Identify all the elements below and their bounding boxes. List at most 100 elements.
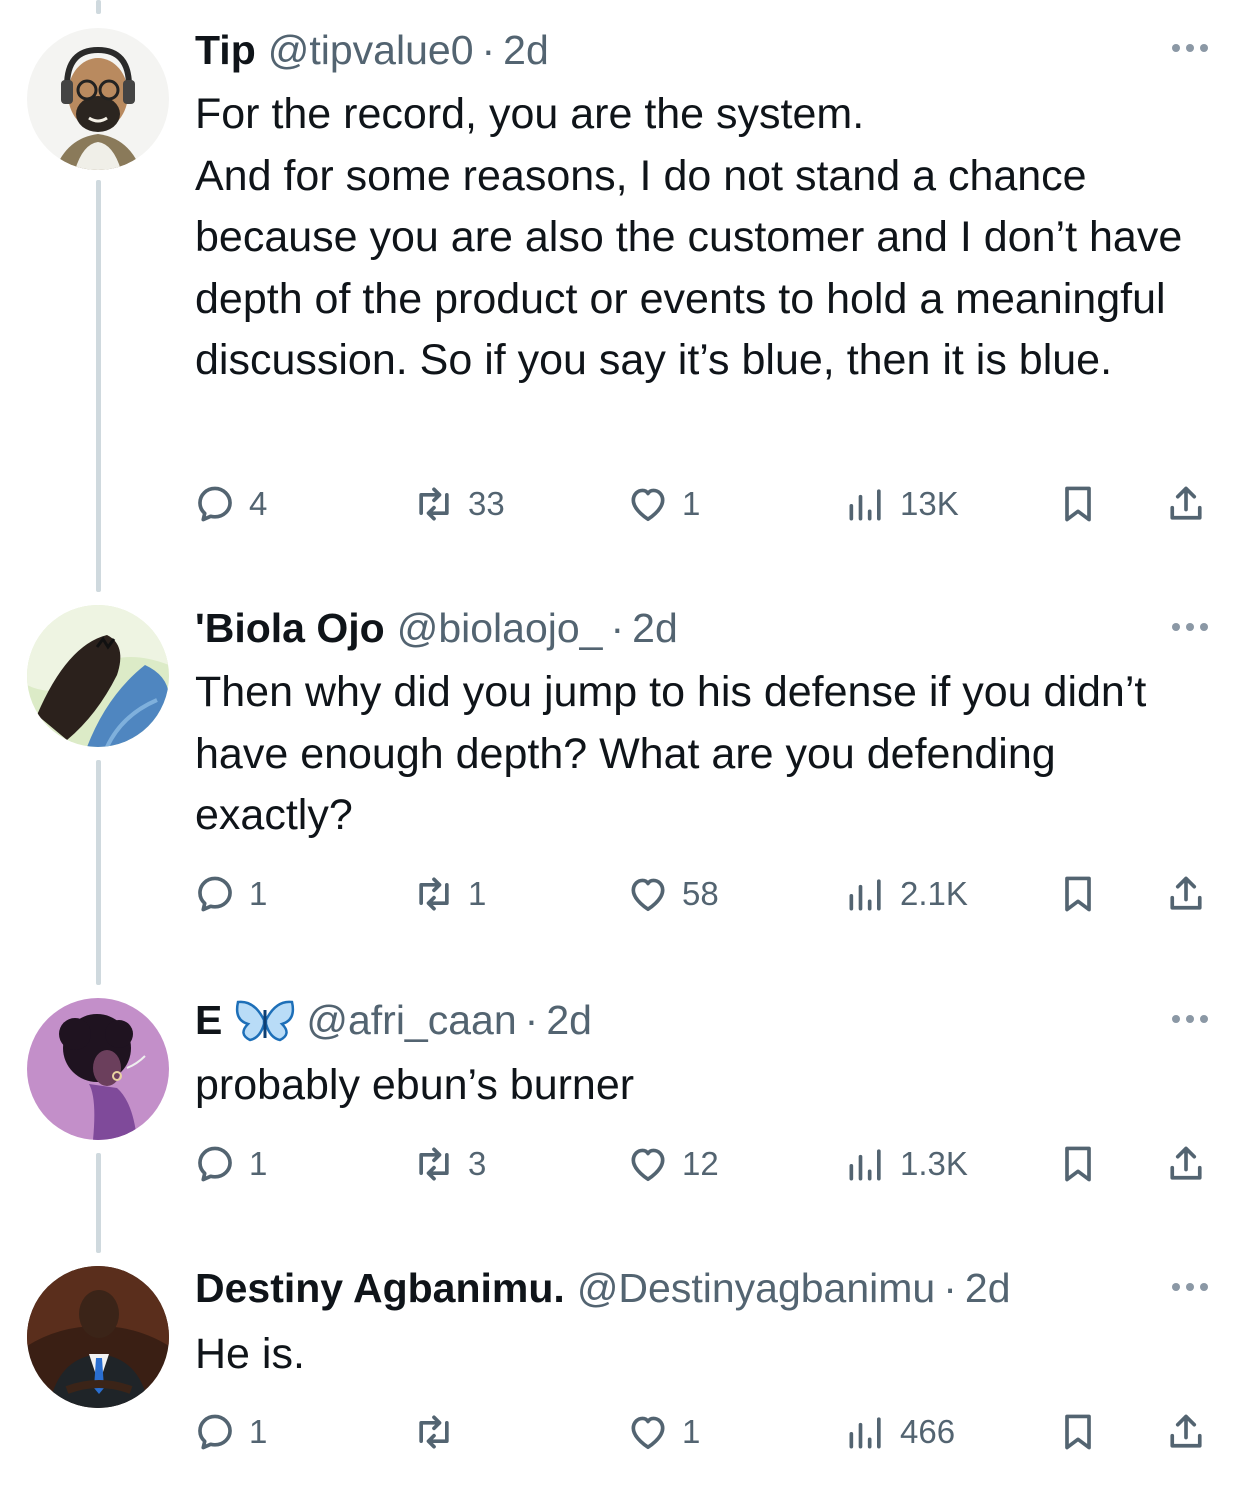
like-count: 12 — [682, 1145, 719, 1182]
bookmark-icon — [1065, 486, 1091, 522]
user-handle[interactable]: @Destinyagbanimu — [577, 1265, 935, 1312]
user-handle[interactable]: @tipvalue0 — [268, 27, 474, 74]
reply-button[interactable]: 1 — [193, 866, 267, 922]
views-count: 2.1K — [900, 875, 968, 912]
display-name[interactable]: 'Biola Ojo — [195, 605, 385, 652]
bookmark-icon — [1065, 1146, 1091, 1182]
reply-icon — [198, 486, 232, 522]
retweet-icon — [419, 1147, 449, 1181]
bookmark-button[interactable] — [1056, 1404, 1100, 1460]
views-button[interactable]: 1.3K — [844, 1136, 968, 1192]
reply-count: 1 — [249, 875, 268, 912]
share-button[interactable] — [1164, 476, 1208, 532]
share-button[interactable] — [1164, 1136, 1208, 1192]
heart-icon — [631, 488, 665, 522]
display-name[interactable]: Tip — [195, 27, 256, 74]
like-button[interactable]: 58 — [626, 866, 719, 922]
tweet[interactable]: Tip @tipvalue0 · 2d For the record, you … — [0, 0, 1234, 560]
action-bar: 1 3 12 1.3K — [0, 1136, 1234, 1192]
views-button[interactable]: 2.1K — [844, 866, 968, 922]
retweet-button[interactable] — [412, 1404, 468, 1460]
display-name[interactable]: E — [195, 997, 222, 1044]
timestamp[interactable]: 2d — [632, 605, 678, 652]
timestamp[interactable]: 2d — [546, 997, 592, 1044]
reply-icon — [198, 876, 232, 912]
reply-count: 1 — [249, 1145, 268, 1182]
like-button[interactable]: 1 — [626, 1404, 700, 1460]
tweet-text: For the record, you are the system. And … — [195, 84, 1210, 392]
views-count: 466 — [900, 1413, 956, 1450]
like-count: 1 — [682, 485, 701, 522]
retweet-button[interactable]: 33 — [412, 476, 505, 532]
retweet-count: 1 — [468, 875, 487, 912]
timestamp[interactable]: 2d — [965, 1265, 1011, 1312]
user-handle[interactable]: @afri_caan — [306, 997, 516, 1044]
reply-button[interactable]: 1 — [193, 1136, 267, 1192]
share-button[interactable] — [1164, 866, 1208, 922]
tweet-header: 'Biola Ojo @biolaojo_ · 2d — [195, 600, 678, 656]
like-button[interactable]: 1 — [626, 476, 700, 532]
retweet-count: 3 — [468, 1145, 487, 1182]
tweet-text-line: For the record, you are the system. — [195, 90, 865, 138]
retweet-button[interactable]: 1 — [412, 866, 486, 922]
views-icon — [849, 1417, 881, 1449]
share-button[interactable] — [1164, 1404, 1208, 1460]
separator-dot: · — [524, 996, 539, 1043]
tweet-header: Destiny Agbanimu. @Destinyagbanimu · 2d — [195, 1260, 1011, 1316]
views-count: 1.3K — [900, 1145, 968, 1182]
avatar[interactable] — [27, 605, 169, 747]
heart-icon — [631, 1416, 665, 1450]
retweet-icon — [419, 487, 449, 521]
like-count: 58 — [682, 875, 719, 912]
views-button[interactable]: 466 — [844, 1404, 955, 1460]
views-button[interactable]: 13K — [844, 476, 959, 532]
bookmark-button[interactable] — [1056, 476, 1100, 532]
share-icon — [1170, 876, 1202, 910]
separator-dot: · — [610, 604, 625, 651]
reply-icon — [198, 1414, 232, 1450]
share-icon — [1170, 486, 1202, 520]
more-icon[interactable] — [1168, 619, 1212, 635]
like-button[interactable]: 12 — [626, 1136, 719, 1192]
timestamp[interactable]: 2d — [503, 27, 549, 74]
action-bar: 4 33 1 13K — [0, 476, 1234, 532]
user-handle[interactable]: @biolaojo_ — [397, 605, 603, 652]
action-bar: 1 1 466 — [0, 1404, 1234, 1460]
more-icon[interactable] — [1168, 1011, 1212, 1027]
views-icon — [849, 1149, 881, 1181]
more-icon[interactable] — [1168, 1279, 1212, 1295]
views-icon — [849, 489, 881, 521]
bookmark-icon — [1065, 1414, 1091, 1450]
reply-button[interactable]: 1 — [193, 1404, 267, 1460]
tweet-text: Then why did you jump to his defense if … — [195, 662, 1155, 847]
bookmark-button[interactable] — [1056, 1136, 1100, 1192]
tweet-text: probably ebun’s burner — [195, 1055, 1210, 1117]
avatar[interactable] — [27, 28, 169, 170]
reply-count: 1 — [249, 1413, 268, 1450]
butterfly-icon — [236, 1000, 295, 1042]
tweet-text-line: Then why did you jump to his defense if … — [195, 668, 1147, 839]
separator-dot: · — [943, 1264, 957, 1311]
tweet-header: E @afri_caan · 2d — [195, 992, 592, 1048]
avatar[interactable] — [27, 1266, 169, 1408]
tweet-text-line: And for some reasons, I do not stand a c… — [195, 151, 1183, 385]
heart-icon — [631, 878, 665, 912]
retweet-icon — [419, 1415, 449, 1449]
retweet-button[interactable]: 3 — [412, 1136, 486, 1192]
views-icon — [849, 879, 881, 911]
more-icon[interactable] — [1168, 40, 1212, 56]
like-count: 1 — [682, 1413, 701, 1450]
avatar[interactable] — [27, 998, 169, 1140]
retweet-icon — [419, 877, 449, 911]
retweet-count: 33 — [468, 485, 505, 522]
heart-icon — [631, 1148, 665, 1182]
reply-icon — [198, 1146, 232, 1182]
reply-button[interactable]: 4 — [193, 476, 267, 532]
display-name[interactable]: Destiny Agbanimu. — [195, 1265, 565, 1312]
views-count: 13K — [900, 485, 959, 522]
separator-dot: · — [481, 26, 496, 73]
bookmark-button[interactable] — [1056, 866, 1100, 922]
share-icon — [1170, 1414, 1202, 1448]
tweet-header: Tip @tipvalue0 · 2d — [195, 22, 549, 78]
action-bar: 1 1 58 2.1K — [0, 866, 1234, 922]
